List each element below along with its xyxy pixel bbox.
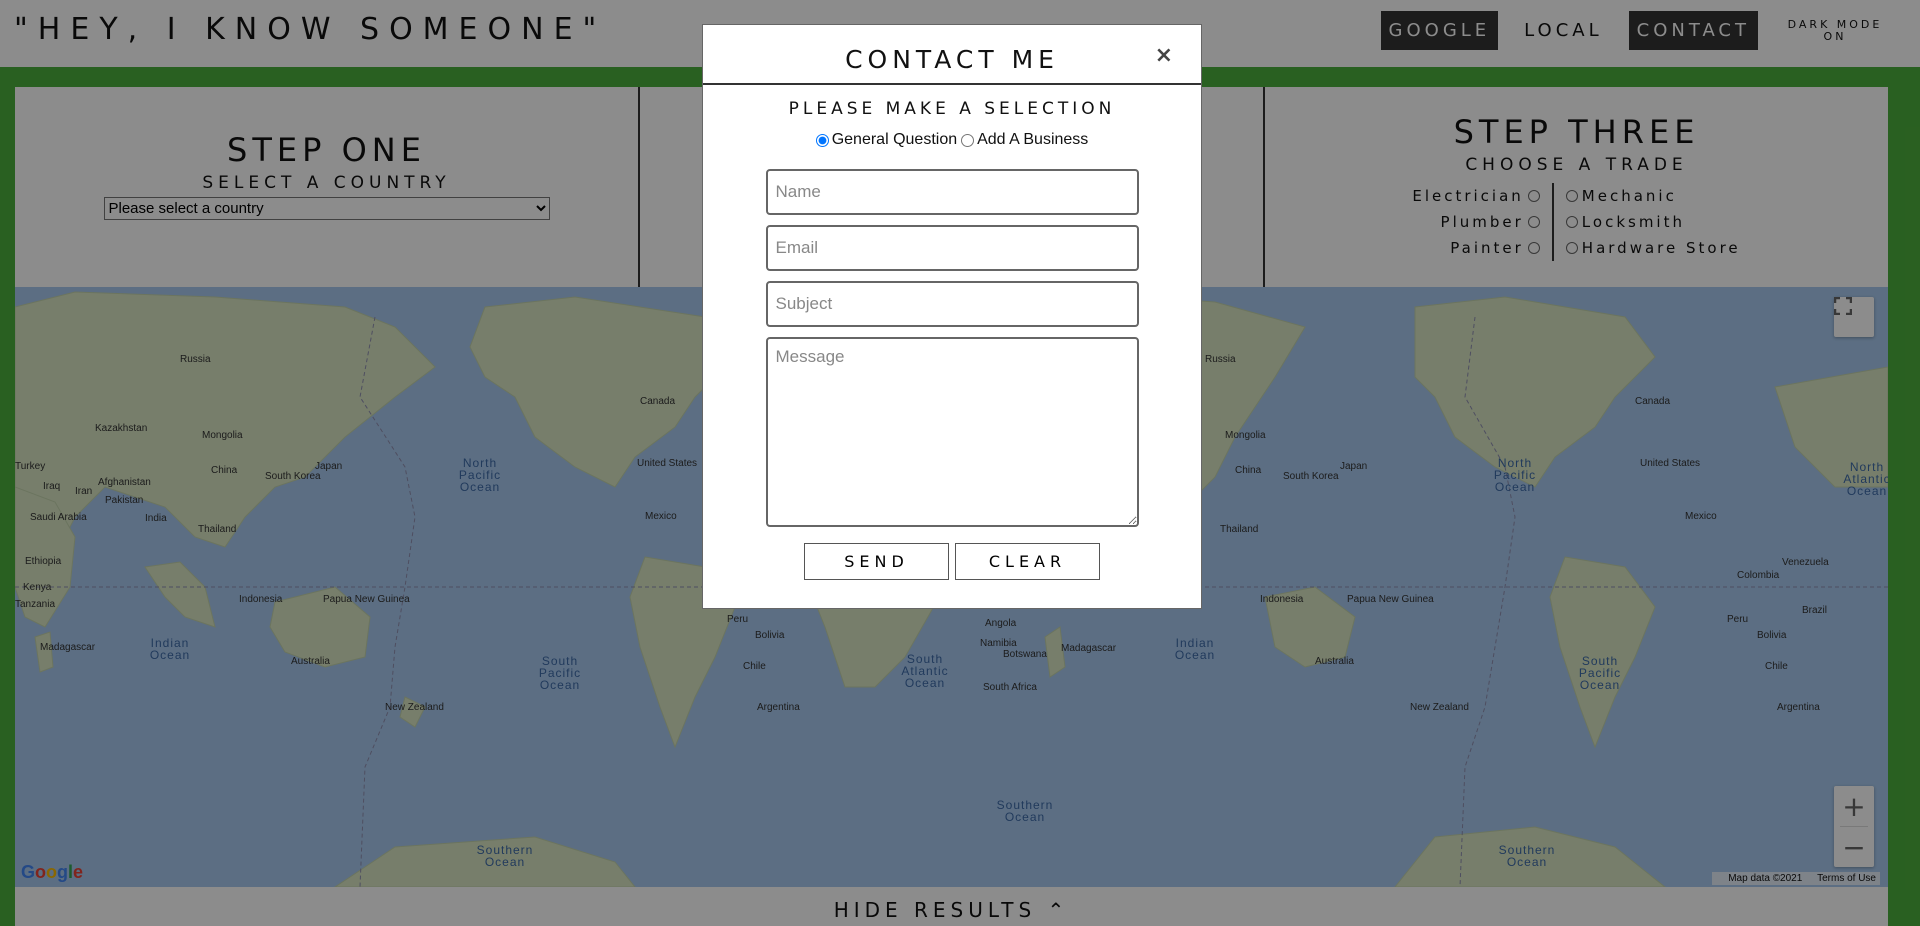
general-question-label: General Question (831, 131, 958, 148)
option-add-business[interactable]: Add A Business (961, 131, 1088, 149)
add-business-label: Add A Business (977, 131, 1089, 148)
contact-type-options: General Question Add A Business (703, 131, 1201, 149)
send-button[interactable]: SEND (804, 543, 949, 580)
modal-subtitle: PLEASE MAKE A SELECTION (788, 99, 1116, 119)
clear-button[interactable]: CLEAR (955, 543, 1100, 580)
name-field[interactable] (765, 169, 1139, 215)
add-business-radio[interactable] (961, 133, 975, 147)
subject-field[interactable] (765, 281, 1139, 327)
general-question-radio[interactable] (815, 133, 829, 147)
close-icon[interactable]: × (1155, 43, 1173, 68)
contact-modal: CONTACT ME × PLEASE MAKE A SELECTION Gen… (702, 24, 1202, 609)
modal-actions: SEND CLEAR (703, 543, 1201, 580)
email-field[interactable] (765, 225, 1139, 271)
modal-title: CONTACT ME (845, 45, 1059, 74)
message-field[interactable] (765, 337, 1139, 527)
modal-header: CONTACT ME × (703, 25, 1201, 85)
option-general-question[interactable]: General Question (815, 131, 958, 149)
